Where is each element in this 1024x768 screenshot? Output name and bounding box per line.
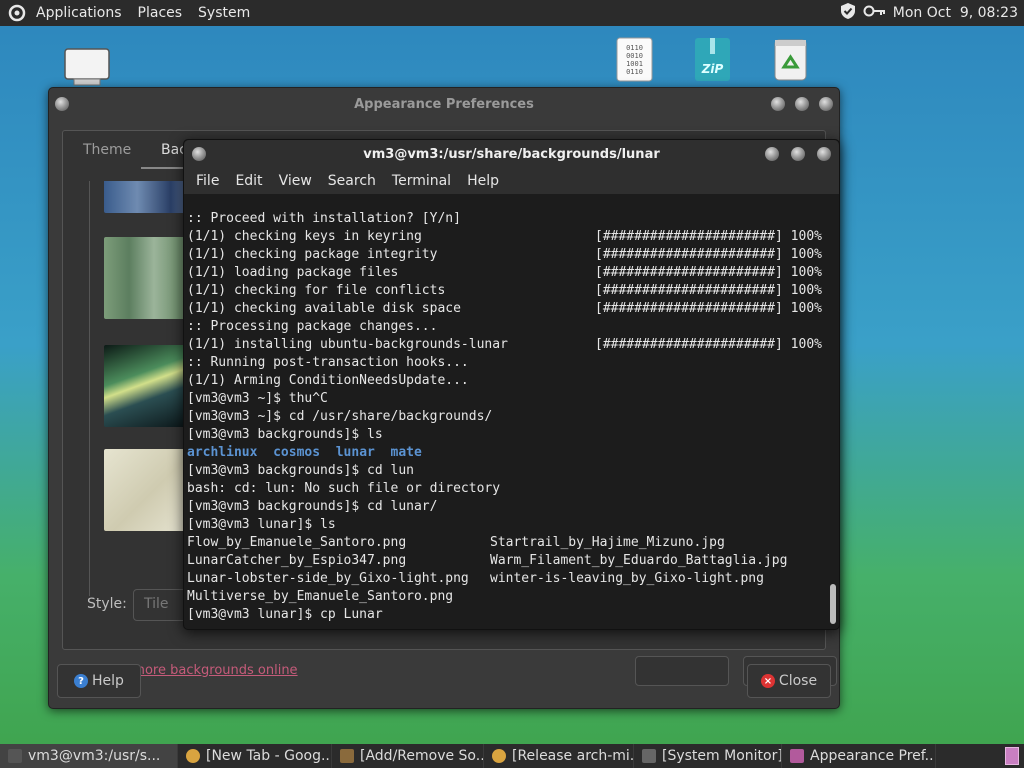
taskbar-item-terminal[interactable]: vm3@vm3:/usr/s... — [0, 744, 178, 768]
places-menu[interactable]: Places — [130, 0, 191, 26]
terminal-line: (1/1) installing ubuntu-backgrounds-luna… — [187, 337, 822, 352]
taskbar-item-add-remove-software[interactable]: [Add/Remove So... — [332, 744, 484, 768]
taskbar-item-system-monitor[interactable]: [System Monitor] — [634, 744, 782, 768]
clock[interactable]: Mon Oct 9, 08:23 — [893, 5, 1018, 21]
terminal-line: (1/1) Arming ConditionNeedsUpdate... — [187, 373, 469, 388]
terminal-line: (1/1) checking keys in keyring [#########… — [187, 229, 822, 244]
menu-edit[interactable]: Edit — [227, 173, 270, 189]
style-label: Style: — [87, 596, 127, 612]
terminal-line: bash: cd: lun: No such file or directory — [187, 481, 501, 496]
terminal-line: (1/1) checking package integrity [#######… — [187, 247, 822, 262]
distro-logo-icon[interactable] — [8, 4, 26, 22]
terminal-window: vm3@vm3:/usr/share/backgrounds/lunar Fil… — [183, 139, 840, 630]
help-label: Help — [92, 673, 124, 689]
terminal-line: (1/1) checking available disk space [####… — [187, 301, 822, 316]
terminal-scrollbar[interactable] — [830, 584, 836, 624]
maximize-icon[interactable] — [791, 147, 805, 161]
background-thumbnail[interactable] — [104, 181, 189, 213]
trash-icon[interactable] — [772, 37, 809, 82]
taskbar-item-chrome-newtab[interactable]: [New Tab - Goog... — [178, 744, 332, 768]
system-menu[interactable]: System — [190, 0, 258, 26]
background-thumbnail-list[interactable] — [89, 181, 189, 596]
close-icon[interactable] — [819, 97, 833, 111]
ls-file-row: Multiverse_by_Emanuele_Santoro.png — [187, 589, 454, 604]
terminal-line: :: Processing package changes... — [187, 319, 438, 334]
terminal-line: [vm3@vm3 backgrounds]$ cd lunar/ — [187, 499, 438, 514]
close-label: Close — [778, 673, 818, 689]
terminal-line: [vm3@vm3 lunar]$ ls — [187, 517, 336, 532]
taskbar: vm3@vm3:/usr/s... [New Tab - Goog... [Ad… — [0, 744, 1024, 768]
terminal-line: (1/1) checking for file conflicts [######… — [187, 283, 822, 298]
terminal-titlebar[interactable]: vm3@vm3:/usr/share/backgrounds/lunar — [184, 140, 839, 168]
svg-text:0110: 0110 — [626, 44, 643, 52]
maximize-icon[interactable] — [795, 97, 809, 111]
svg-text:ZiP: ZiP — [701, 62, 724, 76]
terminal-line: :: Proceed with installation? [Y/n] — [187, 211, 461, 226]
svg-text:1001: 1001 — [626, 60, 643, 68]
taskbar-item-appearance[interactable]: Appearance Pref... — [782, 744, 936, 768]
chrome-icon — [492, 749, 506, 763]
terminal-output[interactable]: :: Proceed with installation? [Y/n] (1/1… — [184, 210, 827, 628]
binary-file-icon[interactable]: 0110 0010 1001 0110 — [616, 37, 653, 82]
remove-button[interactable] — [635, 656, 729, 686]
ls-directory-line: archlinux cosmos lunar mate — [187, 445, 422, 460]
terminal-line: [vm3@vm3 backgrounds]$ cd lun — [187, 463, 414, 478]
taskbar-item-chrome-release[interactable]: [Release arch-mi... — [484, 744, 634, 768]
background-thumbnail[interactable] — [104, 449, 189, 531]
terminal-title: vm3@vm3:/usr/share/backgrounds/lunar — [363, 146, 660, 162]
computer-desktop-icon[interactable] — [64, 48, 110, 86]
taskbar-label: Appearance Pref... — [810, 748, 936, 764]
terminal-prompt-line: [vm3@vm3 lunar]$ cp Lunar — [187, 607, 383, 622]
tab-theme[interactable]: Theme — [63, 131, 151, 169]
window-menu-icon[interactable] — [55, 97, 69, 111]
key-icon[interactable] — [863, 3, 887, 23]
taskbar-label: [Release arch-mi... — [512, 748, 634, 764]
background-thumbnail[interactable] — [104, 345, 189, 427]
minimize-icon[interactable] — [765, 147, 779, 161]
menu-terminal[interactable]: Terminal — [384, 173, 459, 189]
terminal-line: :: Running post-transaction hooks... — [187, 355, 469, 370]
minimize-icon[interactable] — [771, 97, 785, 111]
background-thumbnail[interactable] — [104, 237, 189, 319]
svg-text:0010: 0010 — [626, 52, 643, 60]
help-button[interactable]: ? Help — [57, 664, 141, 698]
menu-view[interactable]: View — [271, 173, 320, 189]
terminal-line: [vm3@vm3 ~]$ thu^C — [187, 391, 328, 406]
menu-search[interactable]: Search — [320, 173, 384, 189]
terminal-line: [vm3@vm3 ~]$ cd /usr/share/backgrounds/ — [187, 409, 493, 424]
shield-icon[interactable] — [839, 2, 857, 24]
close-button[interactable]: × Close — [747, 664, 831, 698]
menu-help[interactable]: Help — [459, 173, 507, 189]
workspace-switcher[interactable] — [1000, 744, 1024, 768]
window-menu-icon[interactable] — [192, 147, 206, 161]
workspace-icon — [1005, 747, 1019, 765]
appearance-titlebar[interactable]: Appearance Preferences — [49, 88, 839, 120]
ls-file-row: Flow_by_Emanuele_Santoro.png Startrail_by… — [187, 535, 725, 550]
terminal-icon — [8, 749, 22, 763]
window-title: Appearance Preferences — [354, 96, 534, 112]
terminal-line: [vm3@vm3 backgrounds]$ ls — [187, 427, 383, 442]
zip-archive-icon[interactable]: ZiP — [694, 37, 731, 82]
close-icon: × — [760, 674, 775, 688]
system-monitor-icon — [642, 749, 656, 763]
chrome-icon — [186, 749, 200, 763]
taskbar-label: vm3@vm3:/usr/s... — [28, 748, 161, 764]
ls-file-row: Lunar-lobster-side_by_Gixo-light.png wint… — [187, 571, 764, 586]
terminal-line: (1/1) loading package files [############… — [187, 265, 822, 280]
taskbar-label: [New Tab - Goog... — [206, 748, 332, 764]
close-icon[interactable] — [817, 147, 831, 161]
applications-menu[interactable]: Applications — [28, 0, 130, 26]
menu-file[interactable]: File — [188, 173, 227, 189]
taskbar-label: [System Monitor] — [662, 748, 782, 764]
appearance-icon — [790, 749, 804, 763]
taskbar-label: [Add/Remove So... — [360, 748, 484, 764]
terminal-menubar: File Edit View Search Terminal Help — [184, 168, 839, 194]
help-icon: ? — [74, 674, 89, 688]
svg-text:0110: 0110 — [626, 68, 643, 76]
package-icon — [340, 749, 354, 763]
top-panel: Applications Places System Mon Oct 9, 08… — [0, 0, 1024, 26]
ls-file-row: LunarCatcher_by_Espio347.png Warm_Filamen… — [187, 553, 788, 568]
